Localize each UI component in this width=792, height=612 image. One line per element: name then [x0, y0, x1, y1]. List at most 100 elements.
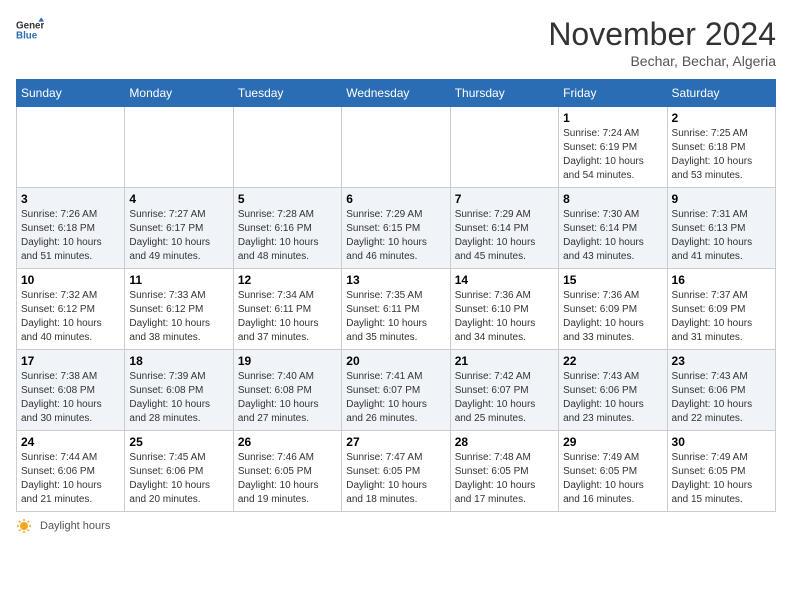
calendar-cell: 6 Sunrise: 7:29 AMSunset: 6:15 PMDaylight… [342, 188, 450, 269]
calendar-cell: 21 Sunrise: 7:42 AMSunset: 6:07 PMDayligh… [450, 350, 558, 431]
day-number: 11 [129, 273, 228, 287]
day-number: 10 [21, 273, 120, 287]
day-info: Sunrise: 7:29 AMSunset: 6:14 PMDaylight:… [455, 208, 554, 264]
calendar-cell: 12 Sunrise: 7:34 AMSunset: 6:11 PMDayligh… [233, 269, 341, 350]
day-number: 26 [238, 435, 337, 449]
day-info: Sunrise: 7:40 AMSunset: 6:08 PMDaylight:… [238, 370, 337, 426]
day-info: Sunrise: 7:24 AMSunset: 6:19 PMDaylight:… [563, 127, 662, 183]
logo: General Blue [16, 16, 44, 44]
sun-icon [16, 518, 32, 534]
calendar-cell: 3 Sunrise: 7:26 AMSunset: 6:18 PMDaylight… [17, 188, 125, 269]
month-title: November 2024 [548, 16, 776, 53]
location-title: Bechar, Bechar, Algeria [548, 53, 776, 69]
day-info: Sunrise: 7:47 AMSunset: 6:05 PMDaylight:… [346, 451, 445, 507]
day-number: 22 [563, 354, 662, 368]
calendar-week-row: 17 Sunrise: 7:38 AMSunset: 6:08 PMDayligh… [17, 350, 776, 431]
calendar-cell: 2Sunrise: 7:25 AMSunset: 6:18 PMDaylight… [667, 107, 775, 188]
day-number: 18 [129, 354, 228, 368]
calendar-cell: 15 Sunrise: 7:36 AMSunset: 6:09 PMDayligh… [559, 269, 667, 350]
day-number: 28 [455, 435, 554, 449]
day-info: Sunrise: 7:46 AMSunset: 6:05 PMDaylight:… [238, 451, 337, 507]
day-number: 25 [129, 435, 228, 449]
day-header-thursday: Thursday [450, 80, 558, 107]
day-number: 3 [21, 192, 120, 206]
day-number: 8 [563, 192, 662, 206]
day-info: Sunrise: 7:38 AMSunset: 6:08 PMDaylight:… [21, 370, 120, 426]
calendar-header-row: SundayMondayTuesdayWednesdayThursdayFrid… [17, 80, 776, 107]
day-info: Sunrise: 7:39 AMSunset: 6:08 PMDaylight:… [129, 370, 228, 426]
legend-area: Daylight hours [16, 518, 776, 534]
calendar-cell: 18 Sunrise: 7:39 AMSunset: 6:08 PMDayligh… [125, 350, 233, 431]
page-header: General Blue November 2024 Bechar, Becha… [16, 16, 776, 69]
calendar-cell: 27 Sunrise: 7:47 AMSunset: 6:05 PMDayligh… [342, 431, 450, 512]
day-number: 16 [672, 273, 771, 287]
day-info: Sunrise: 7:43 AMSunset: 6:06 PMDaylight:… [563, 370, 662, 426]
day-header-tuesday: Tuesday [233, 80, 341, 107]
calendar-week-row: 10Sunrise: 7:32 AMSunset: 6:12 PMDayligh… [17, 269, 776, 350]
day-header-saturday: Saturday [667, 80, 775, 107]
daylight-label: Daylight hours [40, 520, 110, 532]
day-number: 17 [21, 354, 120, 368]
calendar-table: SundayMondayTuesdayWednesdayThursdayFrid… [16, 79, 776, 512]
calendar-cell: 11 Sunrise: 7:33 AMSunset: 6:12 PMDayligh… [125, 269, 233, 350]
day-number: 2 [672, 111, 771, 125]
calendar-cell [17, 107, 125, 188]
day-info: Sunrise: 7:34 AMSunset: 6:11 PMDaylight:… [238, 289, 337, 345]
day-info: Sunrise: 7:41 AMSunset: 6:07 PMDaylight:… [346, 370, 445, 426]
day-info: Sunrise: 7:37 AMSunset: 6:09 PMDaylight:… [672, 289, 771, 345]
day-number: 4 [129, 192, 228, 206]
day-number: 13 [346, 273, 445, 287]
calendar-cell: 4 Sunrise: 7:27 AMSunset: 6:17 PMDaylight… [125, 188, 233, 269]
day-info: Sunrise: 7:44 AMSunset: 6:06 PMDaylight:… [21, 451, 120, 507]
day-number: 5 [238, 192, 337, 206]
day-header-sunday: Sunday [17, 80, 125, 107]
day-info: Sunrise: 7:29 AMSunset: 6:15 PMDaylight:… [346, 208, 445, 264]
calendar-cell: 22 Sunrise: 7:43 AMSunset: 6:06 PMDayligh… [559, 350, 667, 431]
day-header-friday: Friday [559, 80, 667, 107]
day-number: 27 [346, 435, 445, 449]
calendar-cell [125, 107, 233, 188]
day-number: 12 [238, 273, 337, 287]
day-number: 21 [455, 354, 554, 368]
calendar-cell: 10Sunrise: 7:32 AMSunset: 6:12 PMDayligh… [17, 269, 125, 350]
day-header-monday: Monday [125, 80, 233, 107]
day-info: Sunrise: 7:48 AMSunset: 6:05 PMDaylight:… [455, 451, 554, 507]
day-info: Sunrise: 7:45 AMSunset: 6:06 PMDaylight:… [129, 451, 228, 507]
day-number: 23 [672, 354, 771, 368]
calendar-cell: 16 Sunrise: 7:37 AMSunset: 6:09 PMDayligh… [667, 269, 775, 350]
day-info: Sunrise: 7:31 AMSunset: 6:13 PMDaylight:… [672, 208, 771, 264]
calendar-week-row: 3 Sunrise: 7:26 AMSunset: 6:18 PMDaylight… [17, 188, 776, 269]
calendar-cell: 20Sunrise: 7:41 AMSunset: 6:07 PMDayligh… [342, 350, 450, 431]
day-number: 9 [672, 192, 771, 206]
day-number: 30 [672, 435, 771, 449]
day-number: 29 [563, 435, 662, 449]
calendar-cell: 7Sunrise: 7:29 AMSunset: 6:14 PMDaylight… [450, 188, 558, 269]
calendar-cell: 1 Sunrise: 7:24 AMSunset: 6:19 PMDaylight… [559, 107, 667, 188]
calendar-cell [450, 107, 558, 188]
svg-text:Blue: Blue [16, 30, 38, 41]
calendar-cell [233, 107, 341, 188]
day-info: Sunrise: 7:26 AMSunset: 6:18 PMDaylight:… [21, 208, 120, 264]
day-info: Sunrise: 7:33 AMSunset: 6:12 PMDaylight:… [129, 289, 228, 345]
day-number: 1 [563, 111, 662, 125]
logo-icon: General Blue [16, 16, 44, 44]
day-info: Sunrise: 7:36 AMSunset: 6:10 PMDaylight:… [455, 289, 554, 345]
day-info: Sunrise: 7:28 AMSunset: 6:16 PMDaylight:… [238, 208, 337, 264]
day-number: 6 [346, 192, 445, 206]
day-number: 15 [563, 273, 662, 287]
day-number: 19 [238, 354, 337, 368]
day-number: 24 [21, 435, 120, 449]
day-info: Sunrise: 7:36 AMSunset: 6:09 PMDaylight:… [563, 289, 662, 345]
day-info: Sunrise: 7:42 AMSunset: 6:07 PMDaylight:… [455, 370, 554, 426]
calendar-cell: 5 Sunrise: 7:28 AMSunset: 6:16 PMDaylight… [233, 188, 341, 269]
calendar-cell: 29Sunrise: 7:49 AMSunset: 6:05 PMDayligh… [559, 431, 667, 512]
calendar-cell: 26 Sunrise: 7:46 AMSunset: 6:05 PMDayligh… [233, 431, 341, 512]
calendar-cell: 28 Sunrise: 7:48 AMSunset: 6:05 PMDayligh… [450, 431, 558, 512]
day-info: Sunrise: 7:30 AMSunset: 6:14 PMDaylight:… [563, 208, 662, 264]
calendar-week-row: 24 Sunrise: 7:44 AMSunset: 6:06 PMDayligh… [17, 431, 776, 512]
day-info: Sunrise: 7:27 AMSunset: 6:17 PMDaylight:… [129, 208, 228, 264]
calendar-cell: 25 Sunrise: 7:45 AMSunset: 6:06 PMDayligh… [125, 431, 233, 512]
calendar-cell: 17 Sunrise: 7:38 AMSunset: 6:08 PMDayligh… [17, 350, 125, 431]
calendar-cell: 23Sunrise: 7:43 AMSunset: 6:06 PMDayligh… [667, 350, 775, 431]
day-info: Sunrise: 7:35 AMSunset: 6:11 PMDaylight:… [346, 289, 445, 345]
